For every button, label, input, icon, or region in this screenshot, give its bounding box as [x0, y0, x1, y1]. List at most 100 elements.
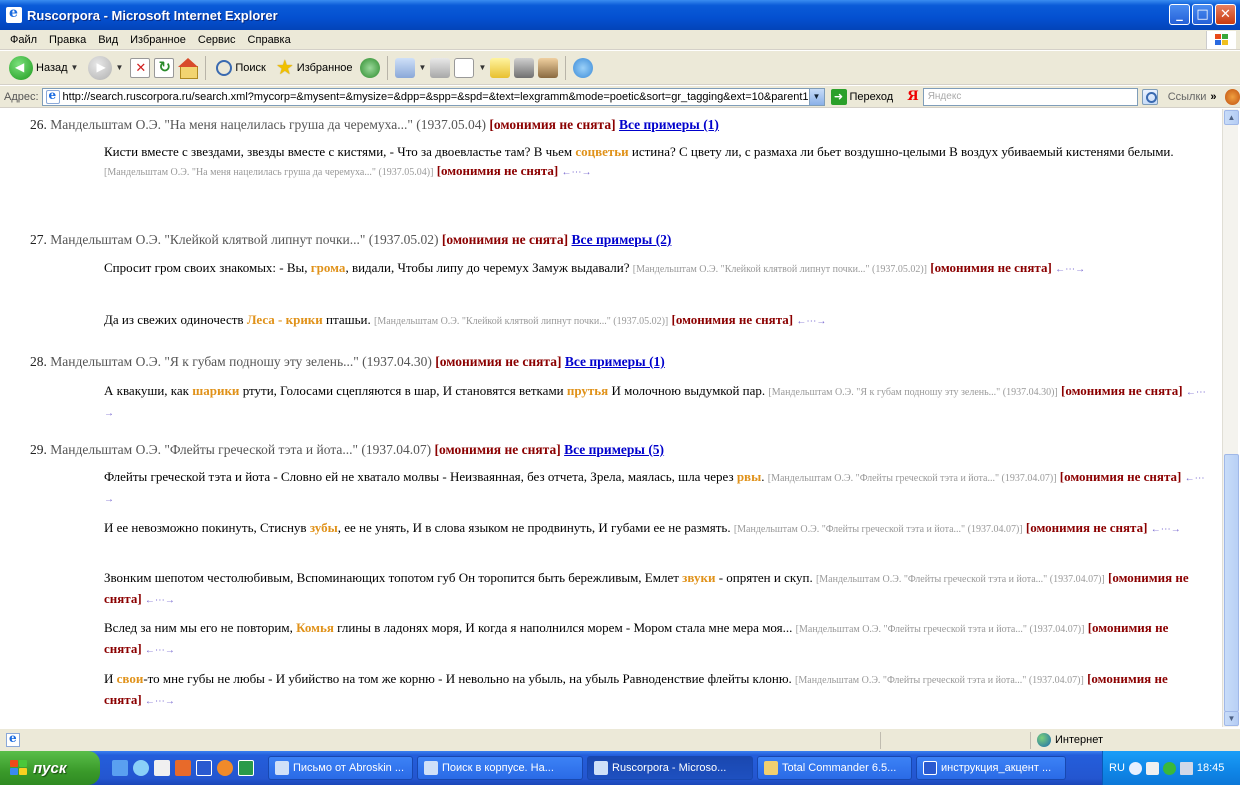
messenger-button[interactable] — [514, 57, 535, 78]
context-expand-link[interactable]: ←⋯→ — [145, 645, 175, 656]
scroll-up-button[interactable]: ▲ — [1224, 110, 1239, 125]
home-button[interactable] — [178, 57, 199, 79]
folder-button[interactable] — [490, 57, 511, 78]
menu-file[interactable]: Файл — [4, 34, 43, 46]
forward-dropdown-icon[interactable]: ▼ — [115, 63, 123, 72]
task-label: инструкция_акцент ... — [941, 762, 1052, 774]
back-dropdown-icon[interactable]: ▼ — [71, 63, 79, 72]
all-examples-link[interactable]: Все примеры (5) — [564, 442, 664, 457]
task-button[interactable]: Письмо от Abroskin ... — [268, 756, 413, 780]
source-reference: [Мандельштам О.Э. "Флейты греческой тэта… — [795, 675, 1084, 686]
address-field[interactable]: http://search.ruscorpora.ru/search.xml?m… — [41, 87, 825, 106]
task-button[interactable]: инструкция_акцент ... — [916, 756, 1066, 780]
excel-quick-icon[interactable] — [238, 760, 254, 776]
all-examples-link[interactable]: Все примеры (1) — [565, 354, 665, 369]
context-expand-link[interactable]: ←⋯→ — [1055, 264, 1085, 275]
menu-tools[interactable]: Сервис — [192, 34, 242, 46]
outlook-quick-icon[interactable] — [175, 760, 191, 776]
firefox-quick-icon[interactable] — [217, 760, 233, 776]
yandex-search: Я Яндекс — [907, 87, 1158, 106]
research-button[interactable] — [538, 57, 559, 78]
tray-icon[interactable] — [1162, 761, 1176, 775]
task-button[interactable]: Total Commander 6.5... — [757, 756, 912, 780]
omonimia-link[interactable]: [омонимия не снята] — [1026, 520, 1148, 535]
window-controls: _ □ ✕ — [1169, 4, 1236, 25]
omonimia-link[interactable]: [омонимия не снята] — [930, 260, 1052, 275]
window-title: Ruscorpora - Microsoft Internet Explorer — [27, 7, 278, 23]
omonimia-link[interactable]: [омонимия не снята] — [1060, 469, 1182, 484]
scroll-thumb[interactable] — [1224, 454, 1239, 712]
menu-edit[interactable]: Правка — [43, 34, 92, 46]
example-text: Да из свежих одиночеств Леса - крики пта… — [104, 310, 1208, 331]
omonimia-link[interactable]: [омонимия не снята] — [1061, 383, 1183, 398]
toolbar-separator — [205, 55, 207, 80]
tray-icon[interactable] — [1128, 761, 1142, 775]
omonimia-link[interactable]: [омонимия не снята] — [489, 117, 615, 132]
yandex-search-icon[interactable] — [1141, 88, 1158, 105]
omonimia-link[interactable]: [омонимия не снята] — [435, 354, 561, 369]
context-expand-link[interactable]: ←⋯→ — [562, 167, 592, 178]
omonimia-link[interactable]: [омонимия не снята] — [442, 232, 568, 247]
maximize-icon: □ — [1196, 7, 1209, 22]
example-text: Вслед за ним мы его не повторим, Комья г… — [104, 618, 1208, 660]
vertical-scrollbar[interactable]: ▲ ▼ — [1222, 109, 1239, 727]
task-button[interactable]: Поиск в корпусе. На... — [417, 756, 583, 780]
globe-icon — [1037, 733, 1051, 747]
highlighted-word: прутья — [566, 383, 609, 398]
address-url[interactable]: http://search.ruscorpora.ru/search.xml?m… — [63, 91, 809, 103]
context-expand-link[interactable]: ←⋯→ — [1151, 524, 1181, 535]
search-button[interactable]: Поиск — [213, 54, 268, 82]
task-button-active[interactable]: Ruscorpora - Microso... — [587, 756, 753, 780]
quick-launch-icon[interactable] — [112, 760, 128, 776]
menu-view[interactable]: Вид — [92, 34, 124, 46]
zone-label: Интернет — [1055, 734, 1103, 746]
forward-button[interactable]: ▼ — [85, 54, 126, 82]
go-button[interactable]: ➜ Переход — [830, 88, 893, 105]
all-examples-link[interactable]: Все примеры (1) — [619, 117, 719, 132]
security-zone[interactable]: Интернет — [1037, 733, 1103, 747]
address-dropdown-icon[interactable]: ▼ — [808, 88, 824, 105]
translate-icon[interactable] — [1224, 88, 1240, 105]
omonimia-link[interactable]: [омонимия не снята] — [437, 163, 559, 178]
highlighted-word: зубы — [309, 520, 338, 535]
ie-quick-icon[interactable] — [133, 760, 149, 776]
entry-number: 29. — [30, 442, 47, 457]
all-examples-link[interactable]: Все примеры (2) — [571, 232, 671, 247]
desktop-quick-icon[interactable] — [154, 760, 170, 776]
entry-header: 27. Мандельштам О.Э. "Клейкой клятвой ли… — [30, 232, 671, 248]
minimize-icon: _ — [1176, 7, 1183, 22]
network-icon[interactable] — [1179, 761, 1193, 775]
scroll-down-button[interactable]: ▼ — [1224, 711, 1239, 726]
mail-button[interactable] — [394, 57, 415, 78]
links-button[interactable]: Ссылки» — [1168, 91, 1217, 103]
messenger-people-icon[interactable] — [573, 57, 594, 78]
context-expand-link[interactable]: ←⋯→ — [145, 696, 175, 707]
edit-word-button[interactable] — [454, 57, 475, 78]
back-button[interactable]: Назад ▼ — [6, 54, 81, 82]
minimize-button[interactable]: _ — [1169, 4, 1190, 25]
start-label: пуск — [33, 759, 67, 777]
history-button[interactable] — [359, 57, 380, 78]
close-button[interactable]: ✕ — [1215, 4, 1236, 25]
omonimia-link[interactable]: [омонимия не снята] — [672, 312, 794, 327]
yandex-search-input[interactable]: Яндекс — [922, 87, 1138, 106]
favorites-button[interactable]: ★ Избранное — [273, 54, 356, 82]
omonimia-link[interactable]: [омонимия не снята] — [435, 442, 561, 457]
language-indicator[interactable]: RU — [1109, 762, 1125, 774]
refresh-button[interactable] — [154, 57, 175, 78]
context-expand-link[interactable]: ←⋯→ — [796, 316, 826, 327]
start-button[interactable]: пуск — [0, 751, 100, 785]
context-expand-link[interactable]: ←⋯→ — [145, 595, 175, 606]
task-label: Total Commander 6.5... — [782, 762, 897, 774]
volume-icon[interactable] — [1145, 761, 1159, 775]
menu-help[interactable]: Справка — [242, 34, 297, 46]
mail-dropdown-icon[interactable]: ▼ — [419, 63, 427, 72]
stop-button[interactable] — [130, 57, 151, 78]
search-label: Поиск — [235, 61, 266, 74]
maximize-button[interactable]: □ — [1192, 4, 1213, 25]
edit-dropdown-icon[interactable]: ▼ — [478, 63, 486, 72]
word-quick-icon[interactable] — [196, 760, 212, 776]
menu-favorites[interactable]: Избранное — [124, 34, 192, 46]
window-titlebar[interactable]: Ruscorpora - Microsoft Internet Explorer… — [0, 0, 1240, 30]
print-button[interactable] — [430, 57, 451, 78]
